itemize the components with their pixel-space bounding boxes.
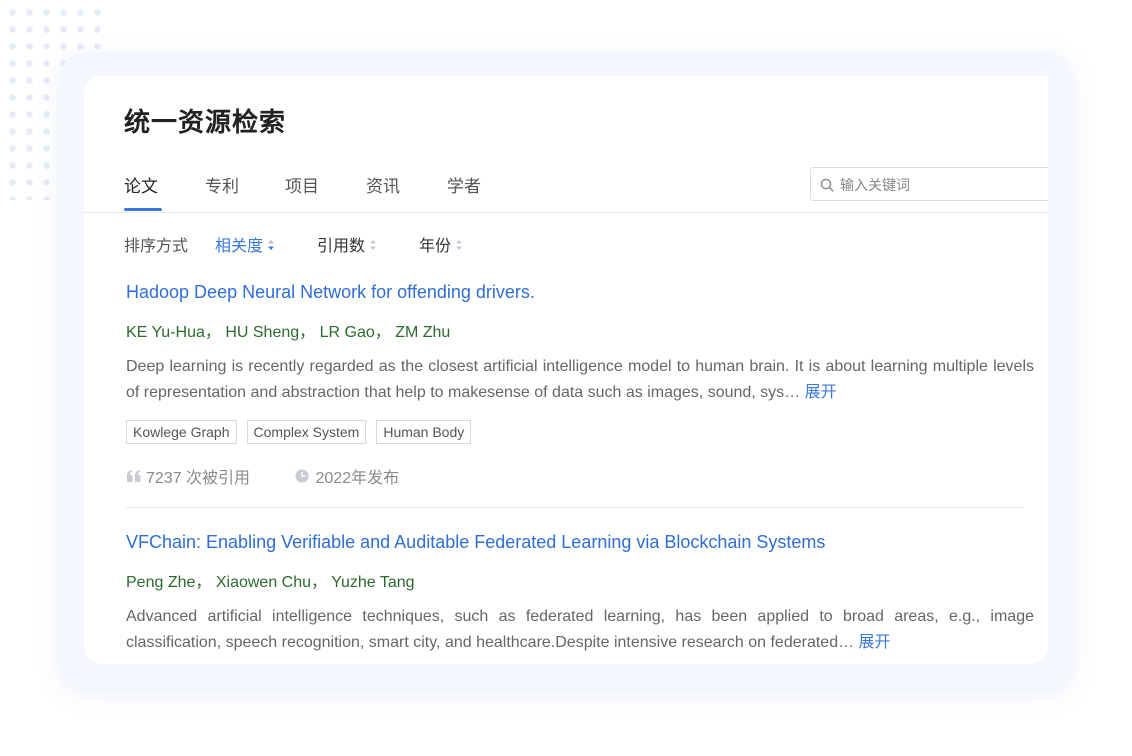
author-link[interactable]: Yuzhe Tang — [331, 574, 414, 591]
tab-divider — [84, 212, 1048, 213]
author-link[interactable]: Peng Zhe — [126, 574, 195, 591]
author-link[interactable]: KE Yu-Hua — [126, 324, 205, 341]
sort-relevance[interactable]: 相关度 — [215, 232, 275, 256]
author-link[interactable]: HU Sheng — [225, 324, 299, 341]
paper-item: VFChain: Enabling Verifiable and Auditab… — [126, 532, 1034, 656]
search-input[interactable] — [838, 168, 1042, 202]
search-icon — [820, 178, 834, 192]
sort-year[interactable]: 年份 — [419, 232, 463, 256]
sort-year-label: 年份 — [419, 238, 452, 255]
tab-patents[interactable]: 专利 — [205, 172, 239, 197]
sort-arrows-icon — [370, 240, 377, 251]
paper-abstract: Advanced artificial intelligence techniq… — [126, 604, 1034, 656]
tab-news[interactable]: 资讯 — [366, 172, 400, 197]
author-link[interactable]: ZM Zhu — [395, 324, 450, 341]
author-link[interactable]: Xiaowen Chu — [216, 574, 311, 591]
tab-scholars[interactable]: 学者 — [447, 172, 481, 197]
paper-authors: KE Yu-Hua， HU Sheng， LR Gao， ZM Zhu — [126, 324, 451, 341]
page-title: 统一资源检索 — [124, 107, 287, 137]
sort-arrows-icon — [456, 240, 463, 251]
sort-citations[interactable]: 引用数 — [317, 232, 377, 256]
tab-papers[interactable]: 论文 — [124, 172, 158, 197]
author-link[interactable]: LR Gao — [320, 324, 375, 341]
paper-item: Hadoop Deep Neural Network for offending… — [126, 282, 1034, 488]
sort-citations-label: 引用数 — [317, 238, 366, 255]
active-tab-indicator — [124, 208, 162, 211]
abstract-text: Deep learning is recently regarded as th… — [126, 358, 1034, 401]
keyword-tag[interactable]: Kowlege Graph — [126, 420, 237, 444]
keyword-tag[interactable]: Human Body — [376, 420, 472, 444]
paper-authors: Peng Zhe， Xiaowen Chu， Yuzhe Tang — [126, 574, 415, 591]
paper-title-link[interactable]: Hadoop Deep Neural Network for offending… — [126, 282, 1034, 303]
search-card: 统一资源检索 论文 专利 项目 资讯 学者 排序方式 相关度 引用数 年份 Ha… — [84, 76, 1048, 664]
expand-link[interactable]: 展开 — [859, 634, 891, 651]
result-separator — [126, 507, 1024, 508]
publish-year: 2022年发布 — [315, 470, 400, 487]
keyword-tag[interactable]: Complex System — [246, 420, 367, 444]
tab-projects[interactable]: 项目 — [285, 172, 319, 197]
abstract-text: Advanced artificial intelligence techniq… — [126, 608, 1034, 651]
paper-abstract: Deep learning is recently regarded as th… — [126, 354, 1034, 406]
citation-count: 7237 次被引用 — [146, 470, 251, 487]
paper-meta: 7237 次被引用 2022年发布 — [126, 464, 1034, 488]
sort-arrows-icon — [268, 240, 275, 251]
quote-icon — [127, 470, 141, 482]
expand-link[interactable]: 展开 — [805, 384, 837, 401]
sort-label: 排序方式 — [124, 238, 189, 255]
clock-icon — [295, 469, 308, 483]
paper-title-link[interactable]: VFChain: Enabling Verifiable and Auditab… — [126, 532, 1034, 553]
search-box[interactable] — [810, 167, 1048, 202]
paper-tags: Kowlege Graph Complex System Human Body — [126, 420, 1034, 444]
sort-relevance-label: 相关度 — [215, 238, 264, 255]
